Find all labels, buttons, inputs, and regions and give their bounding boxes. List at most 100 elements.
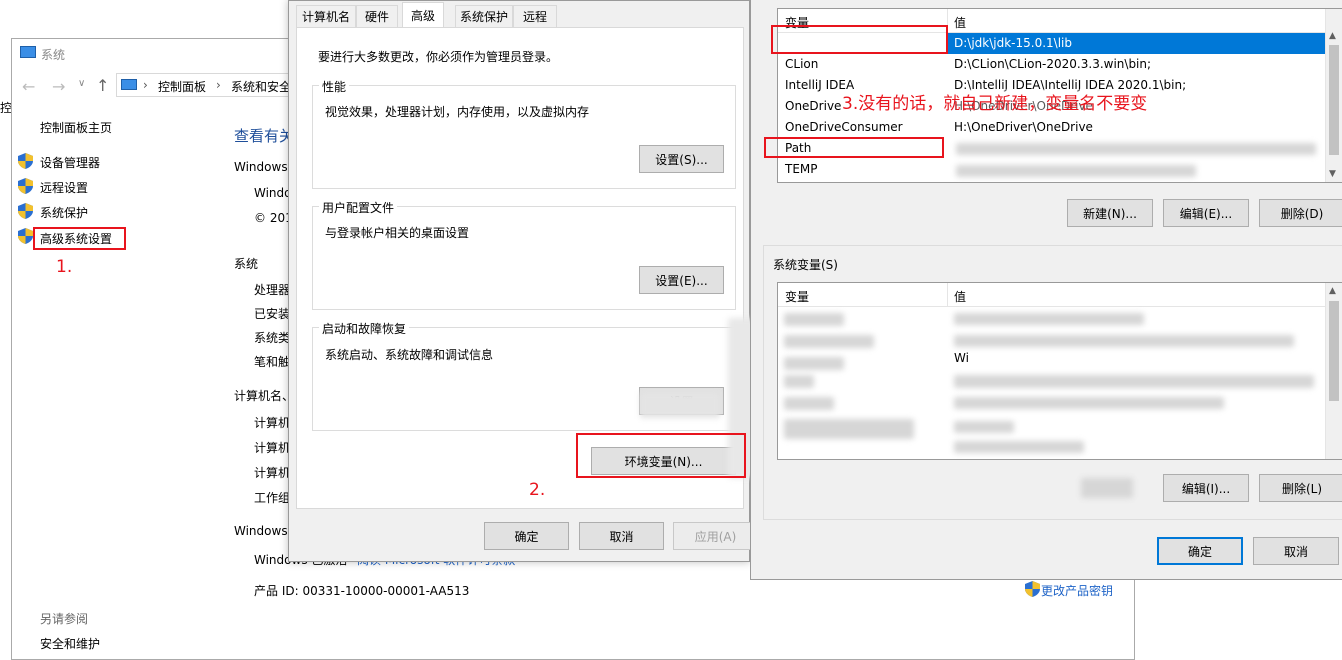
- system-window-icon: [20, 46, 36, 58]
- chevron-down-icon[interactable]: ∨: [78, 78, 85, 89]
- workgroup-row: 工作组: [254, 491, 291, 505]
- scroll-down-icon[interactable]: ▼: [1329, 169, 1336, 179]
- system-list-scrollbar[interactable]: ▲: [1325, 283, 1342, 459]
- device-manager-link[interactable]: 设备管理器: [40, 154, 100, 171]
- tab-system-protection[interactable]: 系统保护: [455, 5, 513, 27]
- env-ok-button[interactable]: 确定: [1157, 537, 1243, 565]
- user-new-button[interactable]: 新建(N)...: [1067, 199, 1153, 227]
- control-panel-home-link[interactable]: 控制面板主页: [40, 119, 112, 136]
- performance-title: 性能: [319, 78, 350, 95]
- left-edge-char: 控: [0, 101, 11, 115]
- var-value: D:\CLion\CLion-2020.3.3.win\bin;: [954, 57, 1152, 71]
- blurred-region: [954, 313, 1144, 325]
- user-profiles-desc: 与登录帐户相关的桌面设置: [325, 226, 470, 240]
- env-cancel-button[interactable]: 取消: [1253, 537, 1339, 565]
- user-delete-button[interactable]: 删除(D): [1259, 199, 1342, 227]
- system-col-value[interactable]: 值: [954, 288, 966, 305]
- computer-full-name-row: 计算机: [254, 441, 291, 455]
- blurred-region: [954, 397, 1224, 409]
- user-list-scrollbar[interactable]: ▲ ▼: [1325, 9, 1342, 182]
- blurred-region: [956, 165, 1196, 177]
- forward-icon[interactable]: →: [52, 77, 65, 96]
- startup-recovery-desc: 系统启动、系统故障和调试信息: [325, 348, 494, 362]
- breadcrumb-sep-icon: ›: [143, 78, 148, 92]
- blurred-region: [784, 357, 844, 370]
- annotation-box-path: [764, 137, 944, 158]
- var-name: CLion: [785, 57, 819, 71]
- breadcrumb-sep-icon: ›: [216, 78, 221, 92]
- product-id: 产品 ID: 00331-10000-00001-AA513: [254, 584, 470, 598]
- blurred-region: [954, 421, 1014, 433]
- annotation-box-classpath: [771, 25, 948, 54]
- tab-remote[interactable]: 远程: [513, 5, 557, 27]
- annotation-step2: 2.: [529, 480, 546, 500]
- computer-icon: [121, 79, 137, 90]
- installed-memory-label: 已安装: [254, 307, 291, 321]
- blurred-region: [1081, 478, 1133, 498]
- blurred-region: [954, 441, 1084, 453]
- main-heading: 查看有关: [234, 127, 288, 145]
- environment-variables-dialog: 变量 值 ClassPath D:\jdk\jdk-15.0.1\lib CLi…: [750, 0, 1342, 580]
- blurred-region: [954, 335, 1294, 347]
- var-value: D:\jdk\jdk-15.0.1\lib: [954, 36, 1072, 50]
- tab-advanced[interactable]: 高级: [402, 2, 444, 28]
- blurred-region: [640, 392, 720, 418]
- system-vars-title: 系统变量(S): [771, 256, 840, 273]
- properties-ok-button[interactable]: 确定: [484, 522, 569, 550]
- breadcrumb-system-security[interactable]: 系统和安全: [231, 78, 291, 95]
- user-var-row-clion[interactable]: CLion D:\CLion\CLion-2020.3.3.win\bin;: [778, 54, 1342, 75]
- scroll-up-icon[interactable]: ▲: [1329, 31, 1336, 41]
- address-bar[interactable]: › 控制面板 › 系统和安全: [116, 73, 296, 97]
- see-also-title: 另请参阅: [40, 612, 89, 626]
- annotation-box-env-button: [576, 433, 746, 478]
- user-profiles-settings-button[interactable]: 设置(E)...: [639, 266, 724, 294]
- column-divider: [947, 283, 948, 307]
- scroll-thumb[interactable]: [1329, 301, 1339, 401]
- shield-icon: [18, 153, 33, 169]
- remote-settings-link[interactable]: 远程设置: [40, 179, 88, 196]
- performance-settings-button[interactable]: 设置(S)...: [639, 145, 724, 173]
- system-value-fragment: Wi: [954, 351, 969, 365]
- annotation-box-advanced-settings: [33, 227, 126, 250]
- blurred-region: [784, 419, 914, 439]
- system-variables-list[interactable]: 变量 值 Wi ▲: [777, 282, 1342, 460]
- user-var-row-onedriveconsumer[interactable]: OneDriveConsumer H:\OneDriver\OneDrive: [778, 117, 1342, 138]
- user-col-value[interactable]: 值: [954, 14, 966, 31]
- computer-name-section-label: 计算机名、: [234, 389, 295, 403]
- system-protection-link[interactable]: 系统保护: [40, 204, 88, 221]
- var-name: OneDrive: [785, 99, 842, 113]
- system-window-title: 系统: [41, 48, 66, 62]
- properties-cancel-button[interactable]: 取消: [579, 522, 664, 550]
- system-delete-button[interactable]: 删除(L): [1259, 474, 1342, 502]
- system-section-label: 系统: [234, 257, 259, 271]
- pen-touch-label: 笔和触: [254, 355, 291, 369]
- admin-note: 要进行大多数更改，你必须作为管理员登录。: [318, 50, 559, 64]
- up-icon[interactable]: ↑: [96, 76, 109, 95]
- system-edit-button[interactable]: 编辑(I)...: [1163, 474, 1249, 502]
- computer-name-row: 计算机: [254, 416, 291, 430]
- security-maintenance-link[interactable]: 安全和维护: [40, 635, 100, 652]
- tab-computer-name[interactable]: 计算机名: [296, 5, 356, 27]
- blurred-region: [954, 375, 1314, 388]
- processor-label: 处理器: [254, 283, 291, 297]
- var-name: TEMP: [785, 162, 818, 176]
- copyright-line: © 201: [254, 211, 293, 225]
- tab-hardware[interactable]: 硬件: [356, 5, 398, 27]
- blurred-region: [784, 335, 874, 348]
- performance-group: [312, 85, 736, 189]
- scroll-up-icon[interactable]: ▲: [1329, 286, 1336, 296]
- user-edit-button[interactable]: 编辑(E)...: [1163, 199, 1249, 227]
- blurred-region: [784, 313, 844, 326]
- windows-edition-label: Windows: [234, 160, 288, 174]
- blurred-region: [784, 375, 814, 388]
- shield-icon: [18, 228, 33, 244]
- breadcrumb-control-panel[interactable]: 控制面板: [158, 78, 206, 95]
- user-profiles-title: 用户配置文件: [319, 199, 398, 216]
- annotation-step1: 1.: [56, 257, 73, 277]
- shield-icon: [18, 203, 33, 219]
- system-type-label: 系统类: [254, 331, 291, 345]
- change-product-key-link[interactable]: 更改产品密钥: [1041, 582, 1113, 599]
- scroll-thumb[interactable]: [1329, 45, 1339, 155]
- back-icon[interactable]: ←: [22, 77, 35, 96]
- system-col-variable[interactable]: 变量: [785, 288, 809, 305]
